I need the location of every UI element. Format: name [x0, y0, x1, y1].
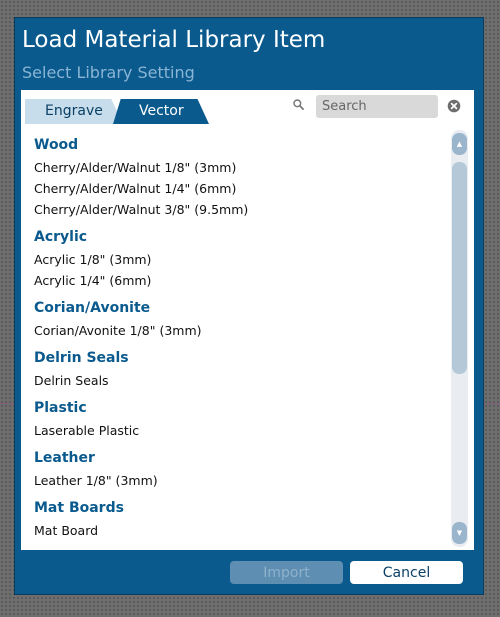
search-icon — [293, 99, 304, 110]
list-item[interactable]: Delrin Seals — [34, 370, 434, 391]
category-corian-avonite: Corian/Avonite — [34, 300, 151, 316]
list-item[interactable]: Leather 1/8" (3mm) — [34, 470, 434, 491]
category-plastic: Plastic — [34, 400, 87, 416]
list-item[interactable]: Acrylic 1/8" (3mm) — [34, 249, 434, 270]
category-wood: Wood — [34, 137, 79, 153]
tab-engrave[interactable]: Engrave — [25, 99, 123, 124]
category-acrylic: Acrylic — [34, 229, 88, 245]
list-item[interactable]: Acrylic 1/4" (6mm) — [34, 270, 434, 291]
tab-bar: Engrave Vector — [21, 90, 474, 124]
category-leather: Leather — [34, 450, 95, 466]
dialog-subtitle: Select Library Setting — [22, 63, 195, 82]
tab-vector[interactable]: Vector — [113, 99, 209, 124]
list-item[interactable]: Corian/Avonite 1/8" (3mm) — [34, 320, 434, 341]
library-list-panel: Wood Cherry/Alder/Walnut 1/8" (3mm) Cher… — [21, 124, 474, 550]
library-list: Wood Cherry/Alder/Walnut 1/8" (3mm) Cher… — [34, 133, 434, 541]
list-item[interactable]: Mat Board — [34, 520, 434, 541]
list-item[interactable]: Cherry/Alder/Walnut 1/8" (3mm) — [34, 157, 434, 178]
load-material-dialog: Load Material Library Item Select Librar… — [14, 17, 484, 595]
list-item[interactable]: Cherry/Alder/Walnut 3/8" (9.5mm) — [34, 199, 434, 220]
category-mat-boards: Mat Boards — [34, 500, 124, 516]
vertical-scrollbar[interactable]: ▲ ▼ — [451, 130, 468, 547]
dialog-title: Load Material Library Item — [22, 27, 326, 53]
category-delrin-seals: Delrin Seals — [34, 350, 129, 366]
list-item[interactable]: Laserable Plastic — [34, 420, 434, 441]
import-button[interactable]: Import — [230, 561, 343, 584]
scroll-up-icon[interactable]: ▲ — [452, 133, 467, 155]
search-input[interactable] — [316, 95, 438, 118]
scrollbar-thumb[interactable] — [452, 162, 467, 374]
cancel-button[interactable]: Cancel — [350, 561, 463, 584]
clear-icon[interactable] — [447, 99, 461, 113]
list-item[interactable]: Cherry/Alder/Walnut 1/4" (6mm) — [34, 178, 434, 199]
scroll-down-icon[interactable]: ▼ — [452, 522, 467, 544]
